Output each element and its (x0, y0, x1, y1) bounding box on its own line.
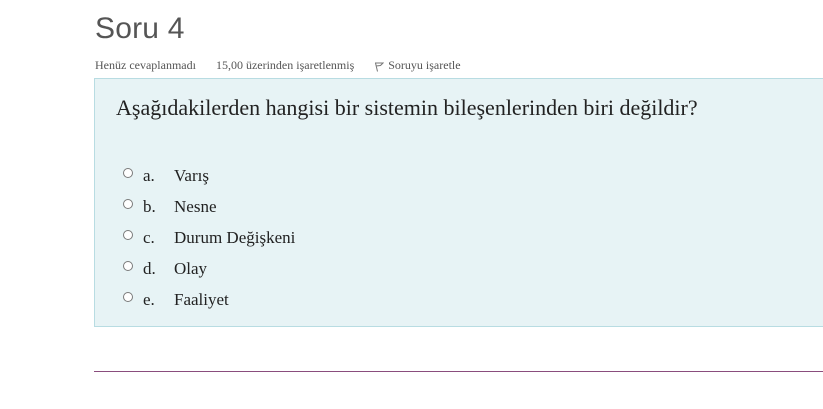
answer-options: a. Varış b. Nesne c. Durum Değişkeni d. … (123, 160, 295, 315)
flag-question-label: Soruyu işaretle (388, 58, 461, 72)
question-text: Aşağıdakilerden hangisi bir sistemin bil… (116, 95, 698, 120)
answer-text: Durum Değişkeni (174, 227, 296, 247)
flag-icon (375, 62, 385, 72)
question-title: Soru 4 (95, 12, 185, 45)
grade-info: 15,00 üzerinden işaretlenmiş (215, 58, 355, 72)
radio-button[interactable] (123, 291, 133, 302)
answer-option-d[interactable]: d. Olay (123, 253, 295, 284)
radio-button[interactable] (123, 167, 133, 178)
radio-button[interactable] (123, 198, 133, 209)
section-divider (94, 371, 823, 372)
answer-text: Varış (174, 165, 209, 185)
answer-option-a[interactable]: a. Varış (123, 160, 295, 191)
radio-button[interactable] (123, 260, 133, 271)
flag-question-link[interactable]: Soruyu işaretle (374, 58, 461, 73)
answer-option-e[interactable]: e. Faaliyet (123, 284, 295, 315)
answer-option-b[interactable]: b. Nesne (123, 191, 295, 222)
radio-button[interactable] (123, 229, 133, 240)
answer-text: Olay (174, 258, 208, 278)
question-info: Henüz cevaplanmadı 15,00 üzerinden işare… (95, 58, 461, 73)
answer-letter: e. (143, 289, 155, 309)
answer-text: Nesne (174, 196, 217, 216)
answer-letter: a. (143, 165, 155, 185)
answer-letter: c. (143, 227, 155, 247)
answer-status: Henüz cevaplanmadı (95, 58, 196, 72)
answer-text: Faaliyet (174, 289, 229, 309)
answer-letter: d. (143, 258, 156, 278)
answer-option-c[interactable]: c. Durum Değişkeni (123, 222, 295, 253)
answer-letter: b. (143, 196, 156, 216)
